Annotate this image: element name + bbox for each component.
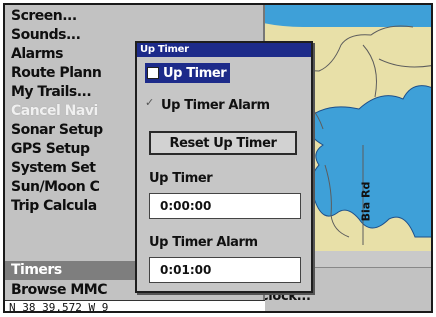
up-timer-alarm-checkbox-row[interactable]: Up Timer Alarm <box>145 95 270 115</box>
up-timer-value-field[interactable]: 0:00:00 <box>149 193 301 219</box>
up-timer-alarm-value-field[interactable]: 0:01:00 <box>149 257 301 283</box>
up-timer-checkbox-row[interactable]: Up Timer <box>145 63 231 83</box>
up-timer-checkbox[interactable] <box>147 67 159 79</box>
up-timer-alarm-checkbox[interactable] <box>145 96 157 111</box>
device-screen: Bia Rd Alarm Clock... Screen... Sounds..… <box>3 3 433 313</box>
up-timer-alarm-checkbox-label: Up Timer Alarm <box>161 97 270 113</box>
dialog-title: Up Timer <box>137 43 311 57</box>
up-timer-field-label: Up Timer <box>149 171 213 186</box>
menu-item-screen[interactable]: Screen... <box>11 7 259 26</box>
alarm-field-label: Up Timer Alarm <box>149 235 258 250</box>
position-status: N 38 39.572 W 9 <box>5 300 265 311</box>
reset-up-timer-button[interactable]: Reset Up Timer <box>149 131 297 155</box>
up-timer-checkbox-label: Up Timer <box>163 65 227 81</box>
map-road-label: Bia Rd <box>359 181 373 222</box>
up-timer-dialog: Up Timer Up Timer Up Timer Alarm Reset U… <box>135 41 313 293</box>
